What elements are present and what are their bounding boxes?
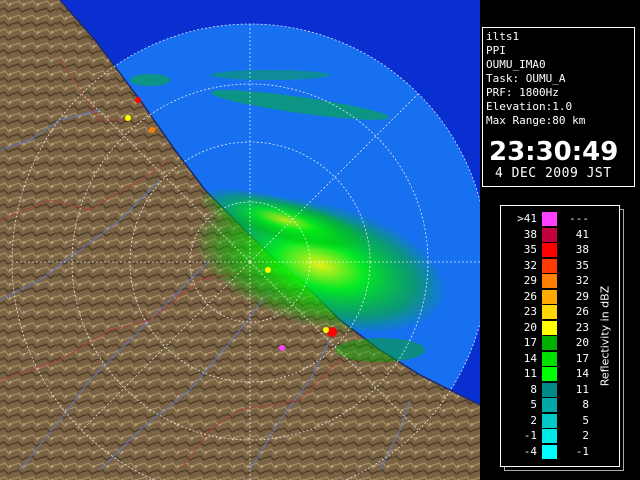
legend-upper-value: 32 [575, 274, 589, 287]
elevation-value: Elevation:1.0 [486, 100, 573, 113]
legend-upper-value: 14 [575, 367, 589, 380]
legend-lower-value: 20 [523, 320, 537, 334]
legend-color-swatch [542, 258, 557, 273]
legend-lower-value: -4 [523, 444, 537, 458]
legend-row: -1 2 [501, 429, 619, 445]
legend-lower-value: 35 [523, 243, 537, 256]
legend-color-swatch [542, 382, 557, 397]
legend-lower-value: 2 [530, 413, 537, 427]
legend-row: >41 --- [501, 212, 619, 228]
legend-row: -4 -1 [501, 444, 619, 461]
legend-upper-value: 26 [575, 305, 589, 318]
radar-map [0, 0, 480, 480]
legend-lower-value: 38 [523, 227, 537, 241]
legend-lower-value: 23 [523, 305, 537, 318]
legend-upper-value: 17 [575, 351, 589, 365]
legend-upper-value: 11 [575, 382, 589, 396]
legend-lower-value: 5 [530, 398, 537, 411]
legend-color-swatch [542, 212, 557, 226]
legend-unit-label: Reflectivity in dBZ [598, 285, 612, 387]
legend-color-swatch [542, 367, 557, 381]
legend-color-swatch [542, 289, 557, 304]
legend-lower-value: 14 [523, 351, 537, 365]
legend-upper-value: -1 [575, 444, 589, 458]
legend-upper-value: 23 [575, 320, 589, 334]
legend-row: 35 38 [501, 243, 619, 259]
legend-lower-value: 17 [523, 336, 537, 349]
legend-lower-value: 29 [523, 274, 537, 287]
legend-upper-value: 8 [582, 398, 589, 411]
product-name: OUMU_IMA0 [486, 58, 546, 71]
legend-color-swatch [542, 429, 557, 443]
info-box: ilts1 PPI OUMU_IMA0 Task: OUMU_A PRF: 18… [482, 27, 635, 187]
legend-upper-value: 35 [575, 258, 589, 272]
legend-upper-value: 38 [575, 243, 589, 256]
reflectivity-legend: >41 --- 38 41 35 38 32 35 29 32 26 29 23 26 20 23 17 20 14… [500, 205, 620, 467]
legend-color-swatch [542, 227, 557, 242]
legend-row: 25 [501, 413, 619, 430]
observation-date: 4 DEC 2009 JST [495, 166, 612, 181]
observation-time: 23:30:49 [489, 137, 619, 167]
legend-upper-value: 41 [575, 227, 589, 241]
scan-mode: PPI [486, 44, 506, 57]
legend-lower-value: >41 [517, 212, 537, 225]
legend-upper-value: 20 [575, 336, 589, 349]
legend-color-swatch [542, 243, 557, 257]
legend-lower-value: -1 [523, 429, 537, 442]
legend-color-swatch [542, 274, 557, 288]
legend-row: 38 41 [501, 227, 619, 244]
legend-lower-value: 32 [523, 258, 537, 272]
legend-color-swatch [542, 413, 557, 428]
legend-lower-value: 11 [523, 367, 537, 380]
prf-value: PRF: 1800Hz [486, 86, 559, 99]
legend-color-swatch [542, 351, 557, 366]
legend-upper-value: 29 [575, 289, 589, 303]
max-range-value: Max Range:80 km [486, 114, 586, 127]
legend-color-swatch [542, 398, 557, 412]
legend-upper-value: 2 [582, 429, 589, 442]
legend-lower-value: 8 [530, 382, 537, 396]
legend-color-swatch [542, 336, 557, 350]
legend-upper-value: --- [569, 212, 589, 225]
task-name: Task: OUMU_A [486, 72, 566, 85]
legend-color-swatch [542, 320, 557, 335]
legend-lower-value: 26 [523, 289, 537, 303]
legend-color-swatch [542, 305, 557, 319]
radar-name: ilts1 [486, 30, 520, 43]
legend-color-swatch [542, 444, 557, 459]
legend-upper-value: 5 [582, 413, 589, 427]
